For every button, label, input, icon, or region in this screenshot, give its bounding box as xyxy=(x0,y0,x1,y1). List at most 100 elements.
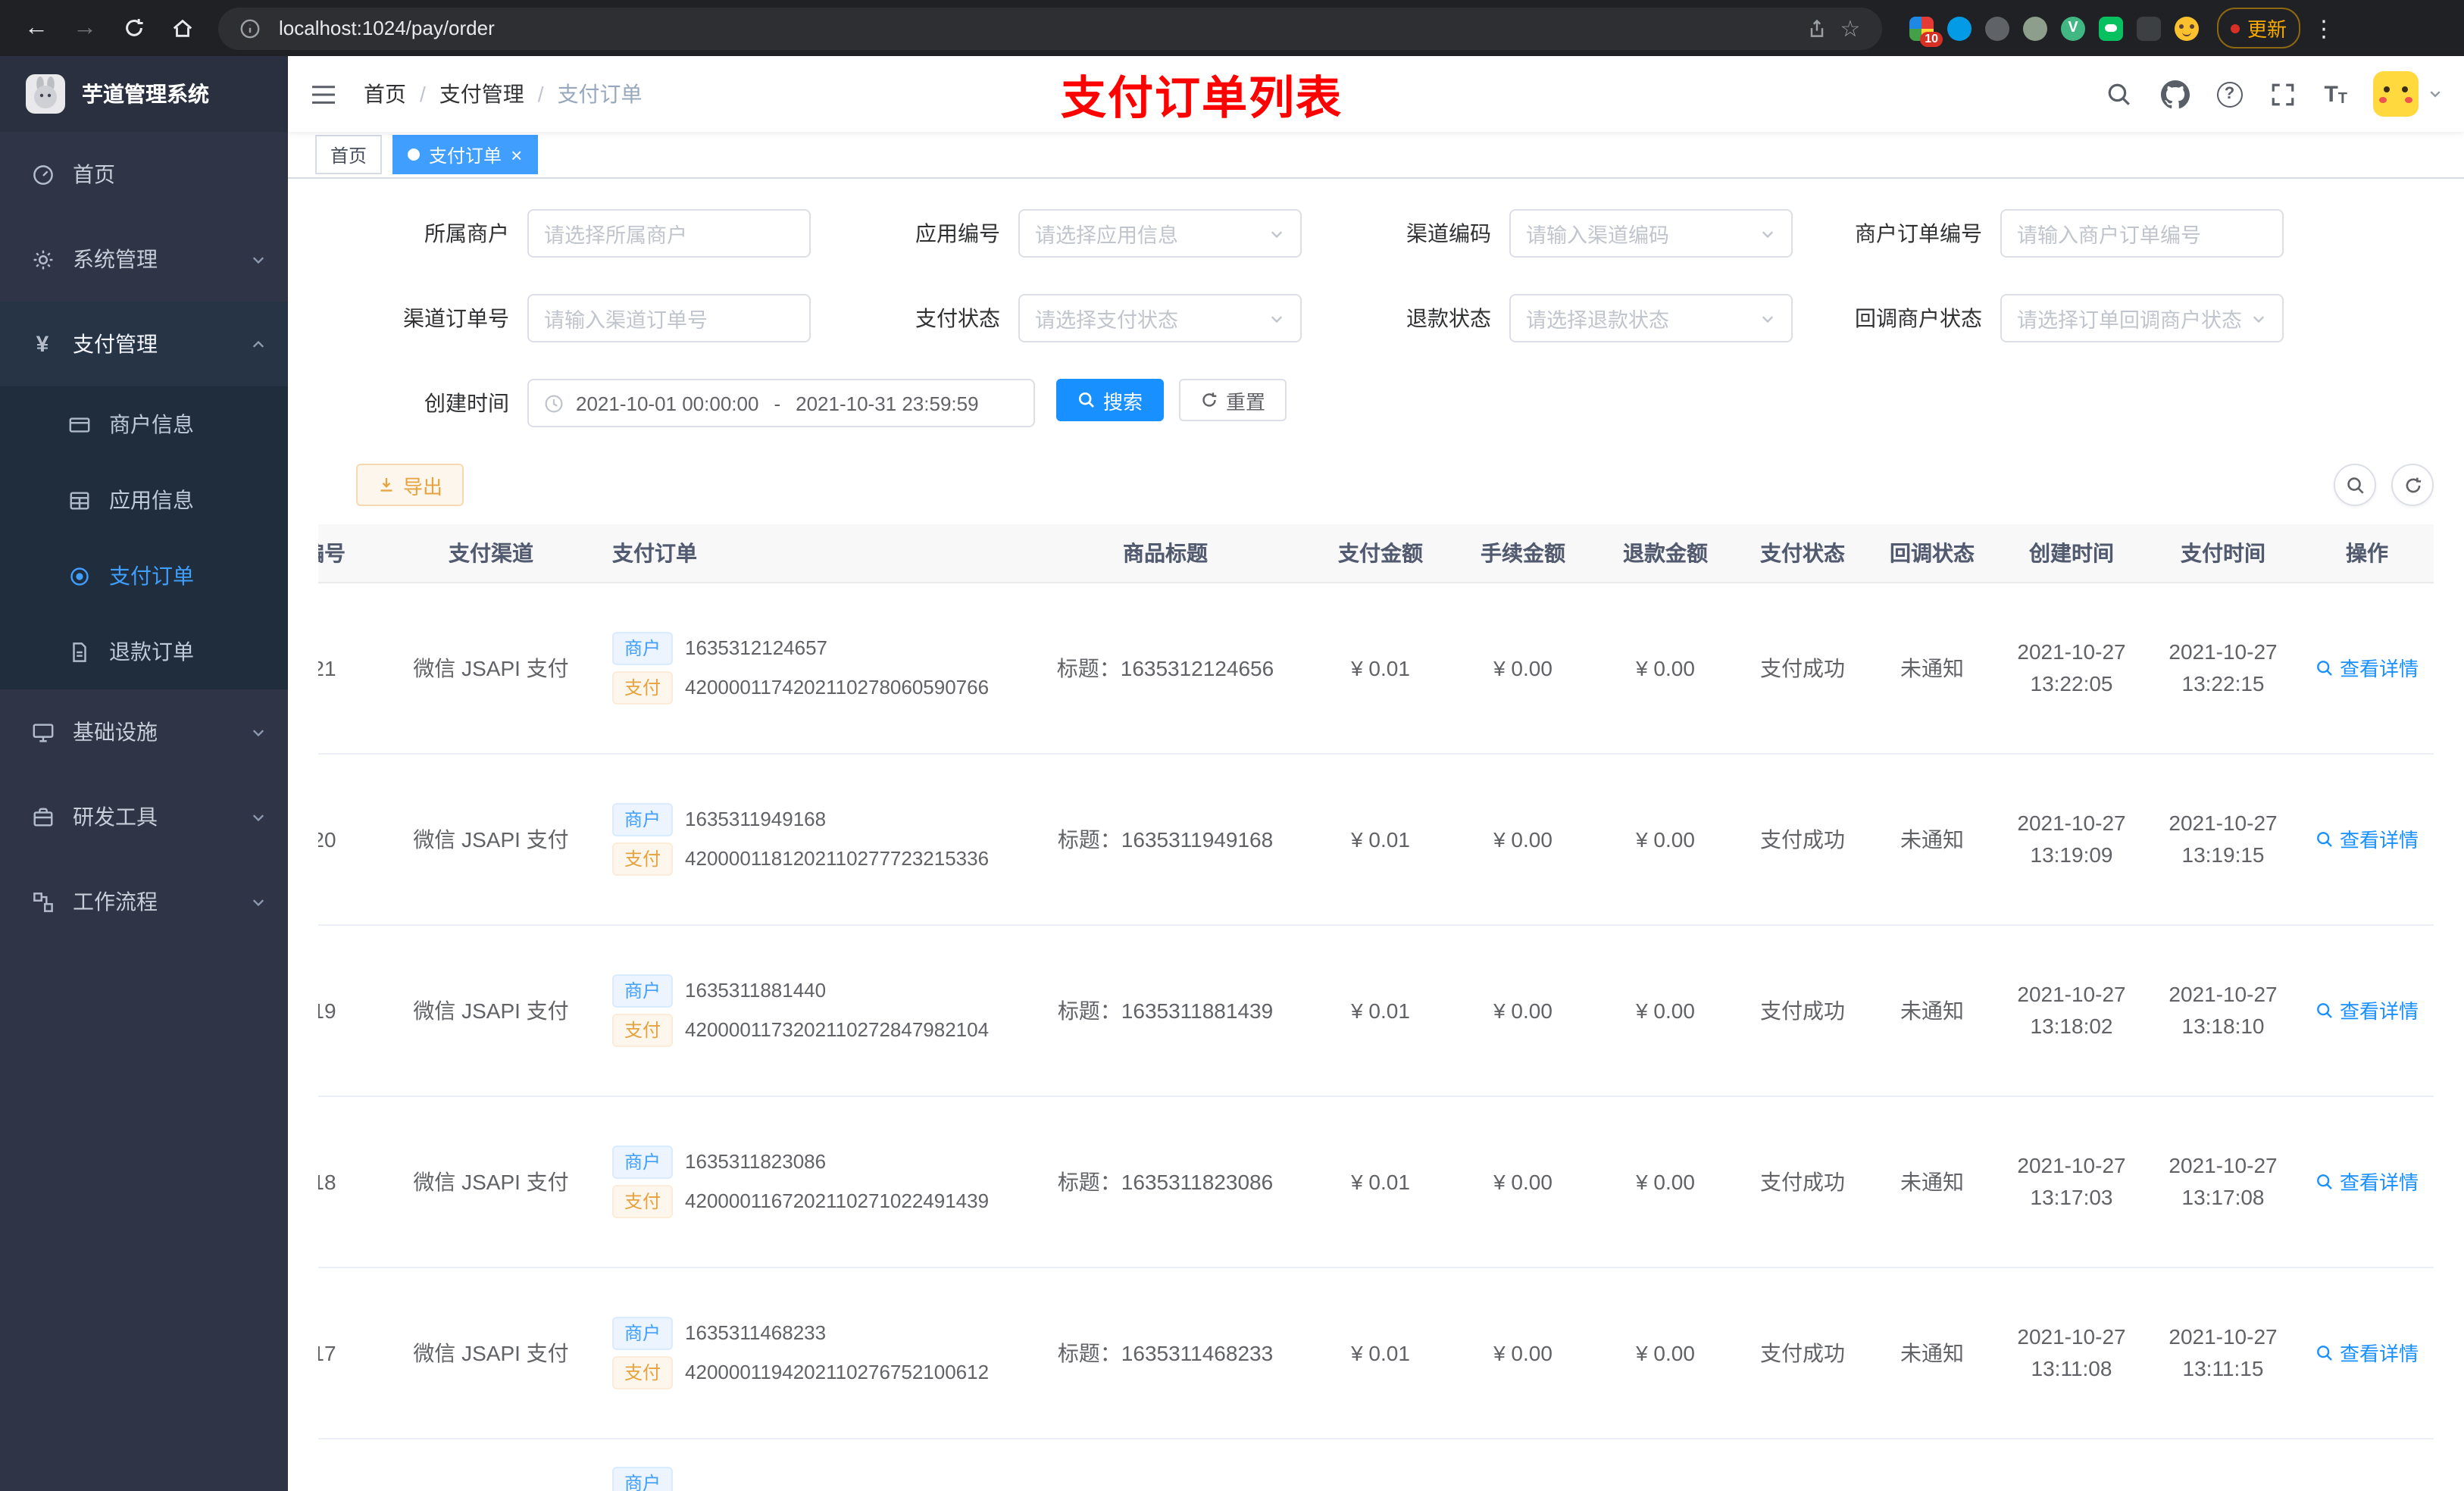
filter-channel-code-select[interactable]: 请输入渠道编码 xyxy=(1509,209,1793,258)
view-detail-link[interactable]: 查看详情 xyxy=(2315,653,2419,682)
channel-pay-no: 4200001173202110272847982104 xyxy=(685,1018,990,1041)
channel-pay-no: 4200001167202110271022491439 xyxy=(685,1189,990,1212)
extension-icon-gray[interactable] xyxy=(1985,16,2009,40)
create-time-cell: 2021-10-27 13:18:02 xyxy=(1996,924,2147,1096)
fullscreen-icon[interactable] xyxy=(2268,79,2298,109)
search-icon[interactable] xyxy=(2104,79,2134,109)
extension-icon-colorful[interactable]: 10 xyxy=(1909,16,1943,46)
pay-time-cell: 2021-10-27 13:11:15 xyxy=(2147,1267,2299,1439)
pay-channel: 微信 JSAPI 支付 xyxy=(385,924,597,1096)
font-size-icon[interactable]: TT xyxy=(2324,81,2347,107)
pay-channel: 微信 JSAPI 支付 xyxy=(385,1096,597,1268)
back-icon[interactable]: ← xyxy=(15,7,58,49)
actions-cell: 查看详情 xyxy=(2299,1267,2434,1439)
card-icon xyxy=(67,412,91,436)
sidebar-item-system[interactable]: 系统管理 xyxy=(0,217,288,302)
create-time-cell: 2021-10-27 13:19:09 xyxy=(1996,753,2147,925)
view-detail-link[interactable]: 查看详情 xyxy=(2315,1167,2419,1196)
extension-icon-drop[interactable] xyxy=(1947,16,1972,40)
filter-callback-status-select[interactable]: 请选择订单回调商户状态 xyxy=(2000,294,2284,342)
bookmark-star-icon[interactable]: ☆ xyxy=(1834,11,1867,45)
extension-icon-emoji[interactable] xyxy=(2175,16,2199,40)
tab-home[interactable]: 首页 xyxy=(315,135,383,174)
search-icon xyxy=(2317,1174,2332,1189)
search-button[interactable]: 搜索 xyxy=(1056,379,1165,421)
table-toolbar: 导出 xyxy=(356,464,2434,506)
tab-pay-order[interactable]: 支付订单 × xyxy=(392,135,538,174)
filter-create-time-range[interactable]: 2021-10-01 00:00:00 - 2021-10-31 23:59:5… xyxy=(527,379,1035,427)
filter-merchant-input[interactable]: 请选择所属商户 xyxy=(527,209,811,258)
close-icon[interactable]: × xyxy=(511,145,522,164)
app-logo[interactable]: 芋道管理系统 xyxy=(0,56,288,132)
refund-amount: ¥ 0.00 xyxy=(1594,582,1737,754)
pay-channel: 微信 JSAPI 支付 xyxy=(385,753,597,925)
filter-channel-order-no-input[interactable]: 请输入渠道订单号 xyxy=(527,294,811,342)
filter-app-select[interactable]: 请选择应用信息 xyxy=(1018,209,1302,258)
forward-icon[interactable]: → xyxy=(64,7,106,49)
channel-pay-no: 4200001181202110277723215336 xyxy=(685,847,990,870)
pay-status: 支付成功 xyxy=(1737,924,1868,1096)
dashboard-icon xyxy=(30,162,55,186)
filter-merchant-order-no-input[interactable]: 请输入商户订单编号 xyxy=(2000,209,2284,258)
date-end: 2021-10-31 23:59:59 xyxy=(796,392,979,414)
browser-menu-icon[interactable]: ⋮ xyxy=(2306,14,2341,42)
sidebar: 芋道管理系统 首页 系统管理 ¥ 支付管理 商户信息 应用信息 支付订单 退款订… xyxy=(0,56,288,1491)
chevron-down-icon xyxy=(1759,310,1776,327)
actions-cell: 查看详情 xyxy=(2299,924,2434,1096)
sidebar-item-app-info[interactable]: 应用信息 xyxy=(0,462,288,538)
extension-icon-pin[interactable] xyxy=(2137,16,2161,40)
column-header: 支付金额 xyxy=(1309,524,1452,583)
pay-amount: ¥ 0.01 xyxy=(1309,924,1452,1096)
column-header: 商品标题 xyxy=(1021,524,1309,583)
pay-order-cell: 商户 1635312124657 支付 42000011742021102780… xyxy=(597,582,1021,754)
extension-icon-chat[interactable] xyxy=(2099,16,2123,40)
filter-pay-status-select[interactable]: 请选择支付状态 xyxy=(1018,294,1302,342)
export-button[interactable]: 导出 xyxy=(356,464,464,506)
merchant-tag: 商户 xyxy=(612,802,674,836)
browser-update-button[interactable]: 更新 xyxy=(2217,8,2301,48)
pay-order-cell: 商户 1635311881440 支付 42000011732021102728… xyxy=(597,924,1021,1096)
url-bar[interactable]: localhost:1024/pay/order ☆ xyxy=(218,7,1882,49)
user-menu[interactable] xyxy=(2373,71,2443,117)
pay-tag: 支付 xyxy=(612,842,674,875)
table-row: 17 微信 JSAPI 支付 商户 1635311468233 支付 xyxy=(318,1267,2434,1439)
filter-refund-status-select[interactable]: 请选择退款状态 xyxy=(1509,294,1793,342)
sidebar-item-infra[interactable]: 基础设施 xyxy=(0,689,288,774)
extension-icon-sage[interactable] xyxy=(2023,16,2047,40)
pay-order-cell: 商户 xyxy=(597,1438,1021,1491)
clock-icon xyxy=(544,393,564,413)
table-body: 21 微信 JSAPI 支付 商户 1635312124657 支付 xyxy=(318,582,2434,1439)
share-icon[interactable] xyxy=(1800,11,1834,45)
view-detail-link[interactable]: 查看详情 xyxy=(2315,824,2419,853)
home-icon[interactable] xyxy=(161,7,203,49)
column-header: 回调状态 xyxy=(1868,524,1996,583)
fee-amount: ¥ 0.00 xyxy=(1452,924,1594,1096)
sidebar-item-refund-order[interactable]: 退款订单 xyxy=(0,614,288,689)
hamburger-icon[interactable] xyxy=(311,83,336,105)
view-detail-link[interactable]: 查看详情 xyxy=(2315,996,2419,1024)
screen: ← → localhost:1024/pay/order ☆ 10 V 更新 ⋮… xyxy=(0,0,2464,1491)
refund-amount: ¥ 0.00 xyxy=(1594,753,1737,925)
sidebar-item-payment[interactable]: ¥ 支付管理 xyxy=(0,302,288,386)
help-icon[interactable]: ? xyxy=(2216,81,2243,107)
toggle-search-button[interactable] xyxy=(2334,464,2376,506)
sidebar-item-workflow[interactable]: 工作流程 xyxy=(0,859,288,944)
orders-table: 编号支付渠道支付订单商品标题支付金额手续金额退款金额支付状态回调状态创建时间支付… xyxy=(318,524,2434,1491)
url-text: localhost:1024/pay/order xyxy=(279,17,495,39)
reload-icon[interactable] xyxy=(112,7,155,49)
breadcrumb-home[interactable]: 首页 xyxy=(364,79,406,109)
breadcrumb-payment[interactable]: 支付管理 xyxy=(439,79,524,109)
extension-icon-vue[interactable] xyxy=(2061,16,2085,40)
sidebar-item-home[interactable]: 首页 xyxy=(0,132,288,217)
site-info-icon[interactable] xyxy=(233,11,267,45)
github-icon[interactable] xyxy=(2160,79,2190,109)
refresh-table-button[interactable] xyxy=(2391,464,2434,506)
chevron-down-icon xyxy=(1759,225,1776,242)
reset-button[interactable]: 重置 xyxy=(1179,379,1287,421)
search-icon xyxy=(2317,831,2332,846)
sidebar-item-pay-order[interactable]: 支付订单 xyxy=(0,538,288,614)
sidebar-item-merchant-info[interactable]: 商户信息 xyxy=(0,386,288,462)
search-icon xyxy=(1078,392,1094,408)
sidebar-item-dev-tools[interactable]: 研发工具 xyxy=(0,774,288,859)
view-detail-link[interactable]: 查看详情 xyxy=(2315,1338,2419,1367)
